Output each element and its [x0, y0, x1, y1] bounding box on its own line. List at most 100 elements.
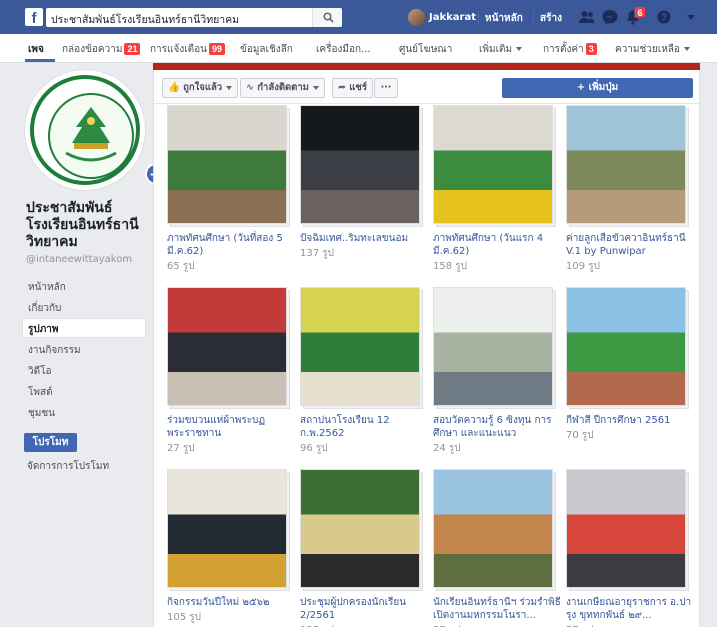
album-card[interactable]: ร่วมขบวนแห่ผ้าพระบฏ พระราชทาน 27 รูป	[167, 287, 290, 462]
home-link[interactable]: หน้าหลัก	[485, 11, 523, 26]
album-photo-count: 65 รูป	[167, 261, 195, 272]
sidebar-item-events[interactable]: งานกิจกรรม	[28, 343, 81, 358]
album-photo-count: 109 รูป	[566, 261, 600, 272]
album-card[interactable]: สถาปนาโรงเรียน 12 ก.พ.2562 96 รูป	[300, 287, 423, 462]
chevron-down-icon	[516, 47, 523, 51]
search-input[interactable]: ประชาสัมพันธ์โรงเรียนอินทร์ธานีวิทยาคม	[46, 8, 342, 27]
album-title[interactable]: งานเกษียณอายุราชการ อ.ปารุง ขุททกพันธ์ ๒…	[566, 596, 694, 622]
page-profile-picture[interactable]	[25, 70, 145, 190]
nav-settings[interactable]: การตั้งค่า 3	[543, 42, 597, 57]
share-label: แชร์	[349, 82, 367, 93]
nav-ad-center[interactable]: ศูนย์โฆษณา	[399, 42, 452, 57]
album-title[interactable]: ประชุมผู้ปกครองนักเรียน 2/2561	[300, 596, 428, 622]
active-tab-indicator	[25, 59, 55, 62]
seal-emblem-icon	[65, 107, 117, 162]
album-cover-photo[interactable]	[566, 105, 686, 224]
sidebar-item-videos[interactable]: วิดีโอ	[28, 364, 52, 379]
inbox-count-badge: 21	[124, 43, 141, 55]
manage-promotions-link[interactable]: จัดการการโปรโมท	[27, 459, 109, 474]
album-title[interactable]: สอบวัดความรู้ 6 ซิงทุน การศึกษา และแนะแน…	[433, 414, 561, 440]
album-card[interactable]: ค่ายลูกเสือขัวควาอินทร์ธานี V.1 by Punwi…	[566, 105, 689, 280]
page-username[interactable]: @intaneewittayakom	[26, 254, 132, 265]
nav-page[interactable]: เพจ	[28, 42, 44, 57]
album-card[interactable]: นักเรียนอินทร์ธานีฯ ร่วมรำพิธีเปิดงานมหก…	[433, 469, 561, 627]
thumbs-up-icon: 👍	[168, 82, 180, 93]
album-title[interactable]: ปัจฉิมเทศ..ริมทะเลขนอม	[300, 232, 428, 245]
nav-publishing-tools-label: เครื่องมือก...	[316, 44, 371, 55]
search-text[interactable]: ประชาสัมพันธ์โรงเรียนอินทร์ธานีวิทยาคม	[51, 11, 239, 28]
following-label: กำลังติดตาม	[257, 82, 309, 93]
album-cover-photo[interactable]	[566, 469, 686, 588]
page-navigation: เพจ กล่องข้อความ 21 การแจ้งเตือน 99 ข้อมูล…	[0, 34, 717, 63]
nav-inbox-label: กล่องข้อความ	[62, 44, 123, 55]
album-cover-photo[interactable]	[167, 287, 287, 406]
profile-link[interactable]: Jakkarat	[408, 9, 476, 26]
rss-icon: ∿	[246, 82, 254, 93]
album-cover-photo[interactable]	[566, 287, 686, 406]
album-title[interactable]: นักเรียนอินทร์ธานีฯ ร่วมรำพิธีเปิดงานมหก…	[433, 596, 561, 622]
add-button[interactable]: + เพิ่มปุ่ม	[502, 78, 693, 98]
sidebar-item-about[interactable]: เกี่ยวกับ	[28, 301, 61, 316]
sidebar-item-home[interactable]: หน้าหลัก	[28, 280, 66, 295]
album-title[interactable]: กีฬาสี ปีการศึกษา 2561	[566, 414, 694, 427]
album-photo-count: 37 รูป	[433, 623, 461, 627]
album-card[interactable]: งานเกษียณอายุราชการ อ.ปารุง ขุททกพันธ์ ๒…	[566, 469, 691, 627]
page-action-bar: 👍 ถูกใจแล้ว ∿ กำลังติดตาม ➦ แชร์ ··· + เ…	[154, 70, 699, 104]
album-cover-photo[interactable]	[433, 469, 553, 588]
album-cover-photo[interactable]	[167, 105, 287, 224]
album-title[interactable]: กิจกรรมวันปีใหม่ ๒๕๖๒	[167, 596, 295, 609]
album-title[interactable]: ภาพทัศนศึกษา (วันแรก 4 มี.ค.62)	[433, 232, 561, 258]
album-card[interactable]: กีฬาสี ปีการศึกษา 2561 70 รูป	[566, 287, 689, 462]
nav-help[interactable]: ความช่วยเหลือ	[615, 42, 690, 57]
album-card[interactable]: ประชุมผู้ปกครองนักเรียน 2/2561135 รูป	[300, 469, 423, 627]
account-menu-caret-icon[interactable]	[682, 9, 700, 25]
album-photo-count: 57 รูป	[566, 623, 594, 627]
album-cover-photo[interactable]	[167, 469, 287, 588]
nav-help-label: ความช่วยเหลือ	[615, 44, 680, 55]
album-photo-count: 135 รูป	[300, 623, 334, 627]
album-title[interactable]: ภาพทัศนศึกษา (วันที่สอง 5 มี.ค.62)	[167, 232, 295, 258]
nav-insights[interactable]: ข้อมูลเชิงลึก	[240, 42, 293, 57]
sidebar-item-community[interactable]: ชุมชน	[28, 406, 55, 421]
sidebar-item-photos[interactable]: รูปภาพ	[28, 322, 59, 337]
search-button[interactable]	[312, 8, 342, 27]
liked-button[interactable]: 👍 ถูกใจแล้ว	[162, 78, 239, 98]
more-options-button[interactable]: ···	[374, 78, 398, 98]
album-cover-photo[interactable]	[433, 287, 553, 406]
album-card[interactable]: ภาพทัศนศึกษา (วันที่สอง 5 มี.ค.62) 65 รูป	[167, 105, 290, 280]
album-cover-photo[interactable]	[300, 287, 420, 406]
create-link[interactable]: สร้าง	[540, 11, 562, 26]
share-button[interactable]: ➦ แชร์	[332, 78, 373, 98]
messenger-icon[interactable]	[601, 9, 619, 25]
album-photo-count: 105 รูป	[167, 612, 201, 623]
nav-ad-center-label: ศูนย์โฆษณา	[399, 44, 453, 55]
nav-inbox[interactable]: กล่องข้อความ 21	[62, 42, 141, 57]
sidebar-item-posts[interactable]: โพสต์	[28, 385, 53, 400]
facebook-logo-icon[interactable]: f	[25, 8, 43, 27]
album-cover-photo[interactable]	[433, 105, 553, 224]
cover-photo-edge	[153, 63, 700, 70]
album-cover-photo[interactable]	[300, 469, 420, 588]
album-card[interactable]: ภาพทัศนศึกษา (วันแรก 4 มี.ค.62) 158 รูป	[433, 105, 556, 280]
following-button[interactable]: ∿ กำลังติดตาม	[240, 78, 325, 98]
album-card[interactable]: กิจกรรมวันปีใหม่ ๒๕๖๒ 105 รูป	[167, 469, 290, 627]
friend-requests-icon[interactable]	[578, 9, 596, 25]
chevron-down-icon	[226, 85, 233, 90]
nav-settings-label: การตั้งค่า	[543, 44, 584, 55]
nav-more[interactable]: เพิ่มเติม	[479, 42, 523, 57]
album-title[interactable]: ร่วมขบวนแห่ผ้าพระบฏ พระราชทาน	[167, 414, 295, 440]
divider	[533, 11, 534, 23]
promote-button[interactable]: โปรโมท	[24, 433, 77, 452]
album-title[interactable]: ค่ายลูกเสือขัวควาอินทร์ธานี V.1 by Punwi…	[566, 232, 694, 258]
nav-publishing-tools[interactable]: เครื่องมือก...	[316, 42, 371, 57]
photo-albums-panel: 👍 ถูกใจแล้ว ∿ กำลังติดตาม ➦ แชร์ ··· + เ…	[153, 70, 700, 627]
help-icon[interactable]: ?	[655, 9, 673, 25]
album-photo-count: 96 รูป	[300, 443, 328, 454]
album-photo-count: 24 รูป	[433, 443, 461, 454]
page-title[interactable]: ประชาสัมพันธ์ โรงเรียนอินทร์ธานี วิทยาคม	[26, 200, 161, 251]
album-title[interactable]: สถาปนาโรงเรียน 12 ก.พ.2562	[300, 414, 428, 440]
album-card[interactable]: สอบวัดความรู้ 6 ซิงทุน การศึกษา และแนะแน…	[433, 287, 556, 462]
album-card[interactable]: ปัจฉิมเทศ..ริมทะเลขนอม 137 รูป	[300, 105, 423, 280]
nav-notifications[interactable]: การแจ้งเตือน 99	[150, 42, 225, 57]
album-cover-photo[interactable]	[300, 105, 420, 224]
